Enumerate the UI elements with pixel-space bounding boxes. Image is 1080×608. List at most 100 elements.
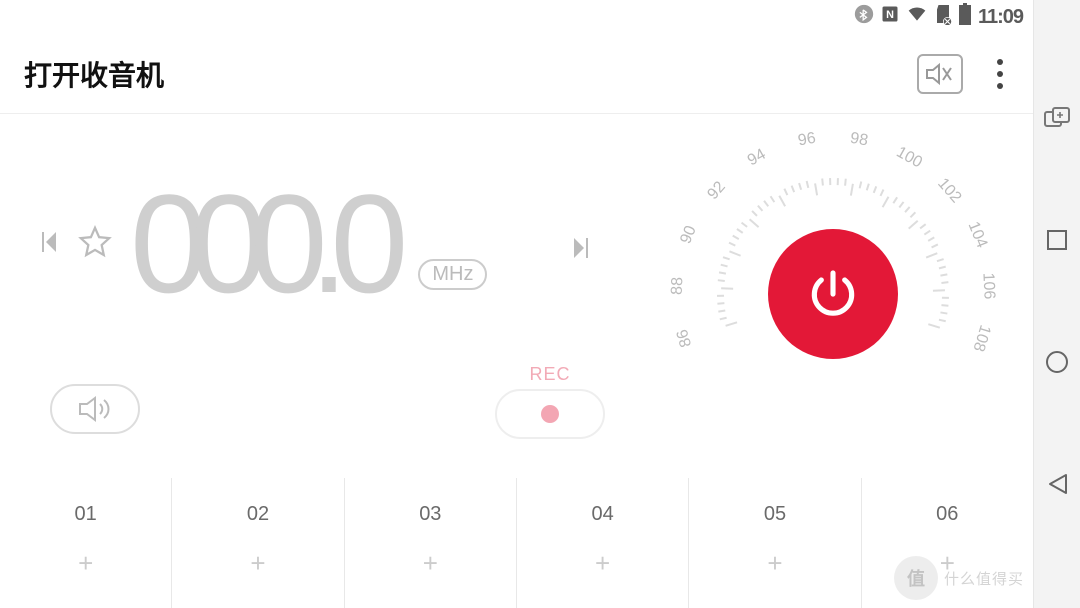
dial-tick (725, 321, 737, 326)
bluetooth-icon (854, 4, 874, 30)
preset-slot-5[interactable]: 05+ (688, 478, 860, 608)
watermark: 值 什么值得买 (894, 556, 1024, 600)
dial-tick (736, 228, 743, 234)
dial-tick (798, 183, 802, 190)
mute-button[interactable] (917, 54, 963, 94)
dial-tick (791, 185, 795, 192)
dial-tick (718, 309, 725, 312)
record-pill (495, 389, 605, 439)
dial-tick (941, 281, 948, 284)
watermark-text: 什么值得买 (944, 568, 1024, 589)
dial-tick (837, 178, 839, 185)
more-menu-button[interactable] (991, 53, 1009, 95)
dial-number: 94 (736, 140, 780, 175)
dial-tick (763, 200, 769, 207)
power-button[interactable] (768, 229, 898, 359)
dial-number: 96 (786, 128, 828, 152)
dial-tick (940, 273, 947, 276)
dial-tick (931, 244, 938, 249)
plus-icon: + (250, 548, 265, 579)
dial-tick (904, 206, 910, 213)
dial-number: 102 (929, 170, 969, 212)
dial-number: 100 (887, 140, 931, 175)
unit-badge: MHz (418, 259, 487, 290)
dial-tick (814, 183, 818, 195)
dial-tick (933, 289, 945, 292)
dial-tick (908, 220, 918, 229)
record-button[interactable]: REC (490, 364, 610, 439)
plus-icon: + (767, 548, 782, 579)
frequency-display: 000.0 (130, 174, 390, 314)
dial-number: 90 (673, 213, 705, 257)
dial-tick (749, 218, 759, 227)
speaker-button[interactable] (50, 384, 140, 434)
dial-tick (721, 264, 728, 268)
dial-tick (717, 302, 724, 305)
seek-prev-button[interactable] (40, 228, 60, 261)
dial-tick (920, 223, 927, 229)
watermark-logo: 值 (894, 556, 938, 600)
dial-number: 92 (697, 170, 737, 212)
dial-number: 104 (961, 213, 993, 257)
plus-icon: + (78, 548, 93, 579)
system-nav-bar (1033, 0, 1080, 608)
back-button[interactable] (1046, 472, 1068, 501)
dial-tick (720, 317, 727, 321)
seek-next-button[interactable] (570, 234, 590, 267)
dial-tick (751, 210, 757, 216)
dial-tick (729, 242, 736, 247)
dial-tick (941, 304, 948, 307)
sim-icon (934, 3, 952, 31)
battery-icon (958, 3, 972, 31)
dial-tick (721, 287, 733, 290)
dial-tick (783, 188, 788, 195)
dial-number: 108 (967, 317, 996, 361)
dial-tick (942, 297, 949, 299)
dial-tick (806, 181, 810, 188)
dial-tick (882, 196, 890, 207)
recent-apps-button[interactable] (1046, 229, 1068, 256)
wifi-icon (906, 4, 928, 30)
tuning-dial[interactable]: 86889092949698100102104106108 (663, 124, 1003, 464)
appbar-actions (917, 53, 1009, 95)
preset-slot-4[interactable]: 04+ (516, 478, 688, 608)
dial-tick (859, 181, 863, 188)
dial-tick (939, 319, 946, 323)
preset-slot-3[interactable]: 03+ (344, 478, 516, 608)
dial-tick (844, 179, 847, 186)
app-bar: 打开收音机 (0, 34, 1033, 114)
preset-row: 01+ 02+ 03+ 04+ 05+ 06+ (0, 478, 1033, 608)
dial-tick (719, 271, 726, 274)
dial-tick (778, 195, 786, 206)
app-screen: N 11:09 打开收音机 000.0 (0, 0, 1033, 608)
dial-tick (892, 197, 897, 204)
dial-tick (757, 205, 763, 212)
dial-tick (718, 279, 725, 282)
home-button[interactable] (1045, 350, 1069, 379)
dial-tick (729, 250, 741, 256)
dial-tick (926, 252, 938, 258)
dial-number: 88 (668, 266, 688, 307)
dial-tick (880, 189, 885, 196)
dial-tick (928, 323, 940, 328)
dial-tick (717, 295, 724, 297)
status-bar: N 11:09 (0, 0, 1033, 34)
dial-tick (873, 186, 877, 193)
dial-tick (829, 178, 831, 185)
dial-tick (939, 266, 946, 270)
dial-tick (937, 258, 944, 262)
preset-slot-1[interactable]: 01+ (0, 478, 171, 608)
dial-tick (924, 230, 931, 236)
dial-tick (770, 196, 775, 203)
tuner-area: 000.0 MHz REC 86889092949698100102104106… (0, 114, 1033, 474)
preset-slot-2[interactable]: 02+ (171, 478, 343, 608)
dual-window-button[interactable] (1044, 107, 1070, 136)
favorite-button[interactable] (78, 225, 112, 264)
dial-number: 98 (838, 128, 880, 152)
dial-tick (899, 201, 905, 208)
frequency-row: 000.0 MHz (40, 174, 487, 314)
dial-tick (928, 237, 935, 242)
nfc-icon: N (880, 4, 900, 30)
plus-icon: + (595, 548, 610, 579)
dial-tick (850, 184, 854, 196)
